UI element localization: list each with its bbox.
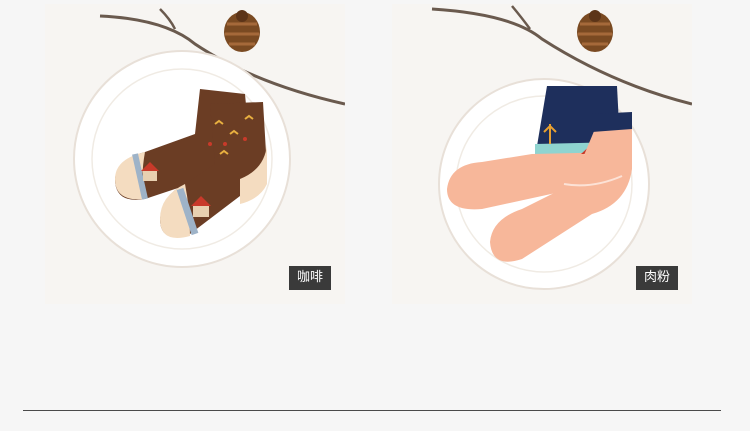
- coffee-socks-photo: [73, 8, 345, 268]
- color-label: 咖啡: [288, 266, 331, 290]
- section-divider: [23, 410, 721, 411]
- pine-cone-icon: [224, 10, 260, 52]
- product-card-pink[interactable]: 肉粉: [392, 4, 692, 304]
- pine-cone-icon: [577, 10, 613, 52]
- pink-socks-photo: [431, 5, 692, 290]
- product-card-coffee[interactable]: 咖啡: [45, 4, 345, 304]
- color-label: 肉粉: [635, 266, 678, 290]
